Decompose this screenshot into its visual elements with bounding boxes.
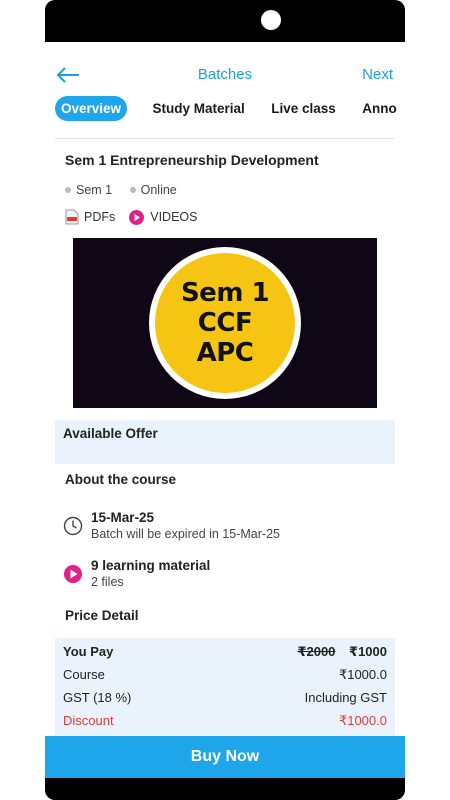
available-offer-panel: Available Offer xyxy=(55,420,395,464)
page-title: Batches xyxy=(197,66,253,83)
tab-study-material[interactable]: Study Material xyxy=(148,96,250,121)
course-meta: Sem 1 Online xyxy=(65,182,191,197)
pdf-icon xyxy=(65,209,79,225)
you-pay-values: ₹2000 ₹1000 xyxy=(297,644,387,667)
discount-label: Discount xyxy=(63,713,114,728)
gst-label: GST (18 %) xyxy=(63,690,132,705)
pdfs-label: PDFs xyxy=(84,210,116,224)
course-price-value: ₹1000.0 xyxy=(338,667,387,682)
course-title: Sem 1 Entrepreneurship Development xyxy=(65,152,319,168)
available-offer-title: Available Offer xyxy=(63,426,158,441)
course-price-row: Course ₹1000.0 xyxy=(63,667,387,690)
banner-line-1: Sem 1 xyxy=(180,278,270,308)
screen: Batches Next Overview Study Material Liv… xyxy=(45,42,405,778)
materials-info: 9 learning material 2 files xyxy=(63,558,210,589)
final-price: ₹1000 xyxy=(349,644,387,659)
tab-announcements[interactable]: Anno xyxy=(357,96,402,121)
gst-value: Including GST xyxy=(304,690,387,705)
banner-line-3: APC xyxy=(196,338,254,368)
tab-divider xyxy=(55,138,395,139)
meta-semester: Sem 1 xyxy=(76,182,113,197)
video-play-icon xyxy=(129,209,145,225)
banner-badge: Sem 1 CCF APC xyxy=(149,247,301,399)
frame-left xyxy=(0,0,45,800)
phone-bezel-bottom xyxy=(45,778,405,800)
expiry-info: 15-Mar-25 Batch will be expired in 15-Ma… xyxy=(63,510,280,541)
tab-live-class[interactable]: Live class xyxy=(266,96,341,121)
materials-count: 9 learning material xyxy=(91,558,211,573)
tab-overview[interactable]: Overview xyxy=(55,96,128,121)
expiry-date: 15-Mar-25 xyxy=(91,510,155,525)
header: Batches Next xyxy=(45,60,405,90)
bullet-icon xyxy=(65,186,71,193)
tab-bar: Overview Study Material Live class Anno xyxy=(55,96,405,124)
next-link[interactable]: Next xyxy=(362,66,393,83)
price-panel: You Pay ₹2000 ₹1000 Course ₹1000.0 GST (… xyxy=(55,638,395,736)
play-circle-icon xyxy=(64,565,82,583)
course-price-label: Course xyxy=(63,667,105,682)
original-price: ₹2000 xyxy=(297,644,336,659)
banner-badge-inner: Sem 1 CCF APC xyxy=(155,253,295,393)
price-detail-title: Price Detail xyxy=(65,608,139,623)
discount-row: Discount ₹1000.0 xyxy=(63,713,387,736)
discount-value: ₹1000.0 xyxy=(338,713,387,728)
materials-files: 2 files xyxy=(91,575,124,589)
course-banner: Sem 1 CCF APC xyxy=(73,238,377,408)
bullet-icon xyxy=(129,186,136,193)
videos-label: VIDEOS xyxy=(150,210,198,224)
you-pay-label: You Pay xyxy=(63,644,114,659)
content-types: PDFs VIDEOS xyxy=(65,209,198,225)
meta-mode: Online xyxy=(140,182,177,197)
expiry-text: Batch will be expired in 15-Mar-25 xyxy=(91,527,280,541)
camera-icon xyxy=(261,10,281,30)
clock-icon xyxy=(63,516,83,536)
you-pay-row: You Pay ₹2000 ₹1000 xyxy=(63,644,387,667)
banner-line-2: CCF xyxy=(197,308,253,338)
phone-bezel-top xyxy=(45,0,405,42)
buy-now-button[interactable]: Buy Now xyxy=(45,736,405,778)
gst-row: GST (18 %) Including GST xyxy=(63,690,387,713)
frame-right xyxy=(405,0,450,800)
about-course-title: About the course xyxy=(65,472,177,487)
